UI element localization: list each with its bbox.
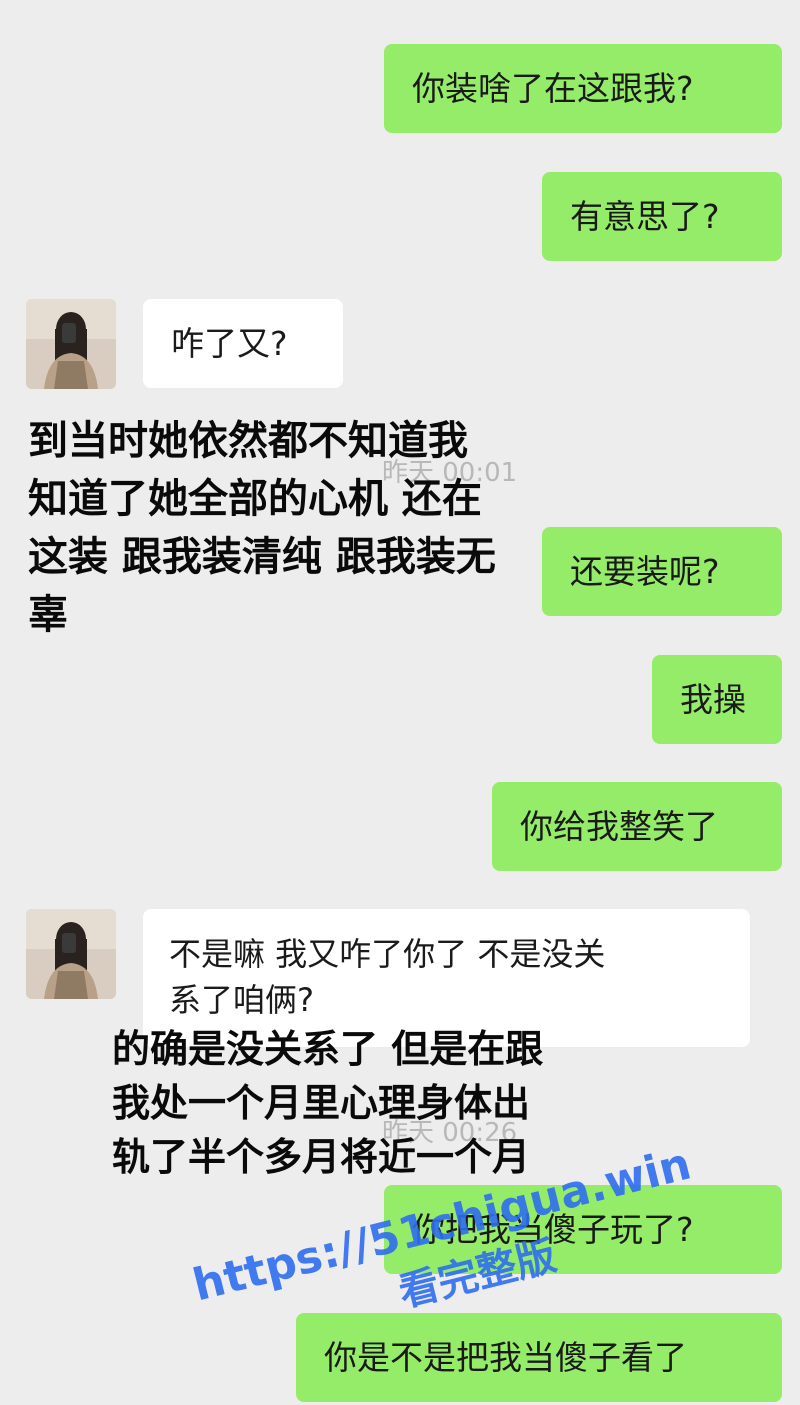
caption-line: 这装 跟我装清纯 跟我装无	[28, 534, 496, 580]
chat-bubble-self[interactable]: 我操	[652, 655, 782, 744]
message-text-line: 不是嘛 我又咋了你了 不是没关	[169, 935, 606, 973]
caption-overlay: 的确是没关系了 但是在跟 我处一个月里心理身体出 轨了半个多月将近一个月	[112, 1022, 543, 1184]
caption-line: 的确是没关系了 但是在跟	[112, 1027, 544, 1071]
caption-overlay: 到当时她依然都不知道我 知道了她全部的心机 还在 这装 跟我装清纯 跟我装无 辜	[28, 412, 496, 644]
caption-line: 我处一个月里心理身体出	[112, 1081, 531, 1125]
message-text: 还要装呢?	[570, 552, 720, 591]
chat-bubble-self[interactable]: 你给我整笑了	[492, 782, 782, 871]
chat-bubble-self[interactable]: 你是不是把我当傻子看了	[296, 1313, 782, 1402]
message-text: 我操	[680, 680, 746, 719]
contact-avatar[interactable]	[26, 299, 116, 389]
chat-bubble-self[interactable]: 有意思了?	[542, 172, 782, 261]
message-text-line: 系了咱俩?	[169, 981, 314, 1019]
caption-line: 知道了她全部的心机 还在	[28, 476, 482, 522]
message-text: 咋了又?	[171, 324, 288, 363]
message-text: 你是不是把我当傻子看了	[324, 1338, 687, 1377]
message-text: 有意思了?	[570, 197, 720, 236]
chat-bubble-other[interactable]: 咋了又?	[143, 299, 343, 388]
avatar-photo-icon	[26, 299, 116, 389]
contact-avatar[interactable]	[26, 909, 116, 999]
chat-bubble-self[interactable]: 你装啥了在这跟我?	[384, 44, 782, 133]
caption-line: 到当时她依然都不知道我	[28, 418, 468, 464]
caption-line: 轨了半个多月将近一个月	[112, 1135, 531, 1179]
message-text: 你给我整笑了	[520, 807, 718, 846]
avatar-photo-icon	[26, 909, 116, 999]
message-text: 你装啥了在这跟我?	[412, 69, 694, 108]
chat-bubble-self[interactable]: 还要装呢?	[542, 527, 782, 616]
caption-line: 辜	[28, 592, 68, 638]
